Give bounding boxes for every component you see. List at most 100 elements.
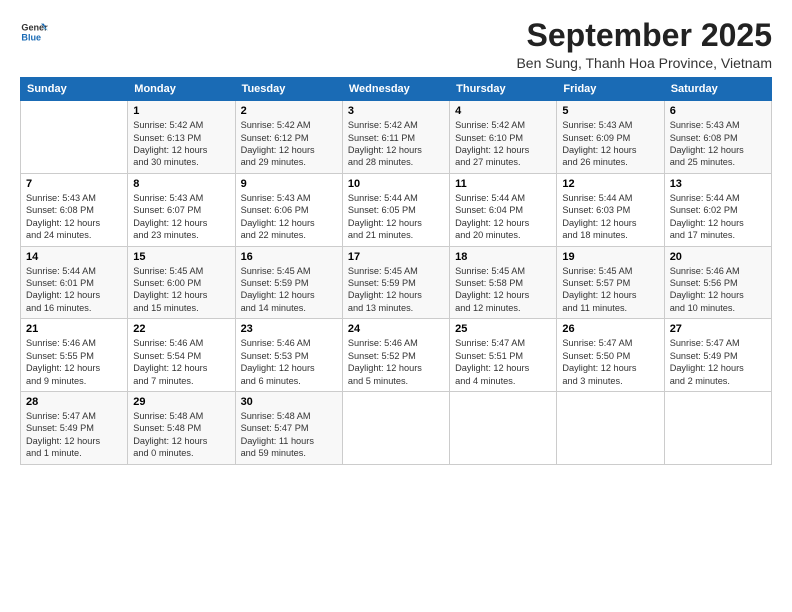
day-info: Sunrise: 5:46 AM Sunset: 5:55 PM Dayligh… [26, 337, 122, 387]
day-info: Sunrise: 5:47 AM Sunset: 5:49 PM Dayligh… [26, 410, 122, 460]
day-number: 14 [26, 251, 122, 263]
day-cell: 24Sunrise: 5:46 AM Sunset: 5:52 PM Dayli… [342, 319, 449, 392]
header-cell-sunday: Sunday [21, 78, 128, 101]
day-info: Sunrise: 5:48 AM Sunset: 5:47 PM Dayligh… [241, 410, 337, 460]
day-info: Sunrise: 5:47 AM Sunset: 5:49 PM Dayligh… [670, 337, 766, 387]
day-info: Sunrise: 5:45 AM Sunset: 5:59 PM Dayligh… [348, 265, 444, 315]
day-cell: 11 Sunrise: 5:44 AM Sunset: 6:04 PM Dayli… [450, 173, 557, 246]
week-row-5: 28 Sunrise: 5:47 AM Sunset: 5:49 PM Dayli… [21, 391, 772, 464]
day-info: Sunrise: 5:44 AM Sunset: 6:04 PM Dayligh… [455, 192, 551, 242]
day-number: 28 [26, 396, 122, 408]
day-cell: 29 Sunrise: 5:48 AM Sunset: 5:48 PM Dayli… [128, 391, 235, 464]
day-info: Sunrise: 5:45 AM Sunset: 5:57 PM Dayligh… [562, 265, 658, 315]
day-number: 8 [133, 178, 229, 190]
week-row-4: 21 Sunrise: 5:46 AM Sunset: 5:55 PM Dayli… [21, 319, 772, 392]
day-info: Sunrise: 5:43 AM Sunset: 6:08 PM Dayligh… [26, 192, 122, 242]
day-info: Sunrise: 5:43 AM Sunset: 6:08 PM Dayligh… [670, 119, 766, 169]
week-row-2: 7 Sunrise: 5:43 AM Sunset: 6:08 PM Daylig… [21, 173, 772, 246]
day-cell: 27 Sunrise: 5:47 AM Sunset: 5:49 PM Dayli… [664, 319, 771, 392]
day-info: Sunrise: 5:44 AM Sunset: 6:03 PM Dayligh… [562, 192, 658, 242]
day-number: 7 [26, 178, 122, 190]
day-info: Sunrise: 5:45 AM Sunset: 6:00 PM Dayligh… [133, 265, 229, 315]
header-cell-monday: Monday [128, 78, 235, 101]
day-number: 26 [562, 323, 658, 335]
day-number: 12 [562, 178, 658, 190]
day-number: 1 [133, 105, 229, 117]
day-cell: 30 Sunrise: 5:48 AM Sunset: 5:47 PM Dayli… [235, 391, 342, 464]
week-row-1: 1 Sunrise: 5:42 AM Sunset: 6:13 PM Daylig… [21, 101, 772, 174]
day-info: Sunrise: 5:46 AM Sunset: 5:53 PM Dayligh… [241, 337, 337, 387]
day-number: 21 [26, 323, 122, 335]
day-cell: 3Sunrise: 5:42 AM Sunset: 6:11 PM Daylig… [342, 101, 449, 174]
day-cell: 26 Sunrise: 5:47 AM Sunset: 5:50 PM Dayli… [557, 319, 664, 392]
header-row: SundayMondayTuesdayWednesdayThursdayFrid… [21, 78, 772, 101]
day-cell: 16 Sunrise: 5:45 AM Sunset: 5:59 PM Dayli… [235, 246, 342, 319]
day-info: Sunrise: 5:42 AM Sunset: 6:10 PM Dayligh… [455, 119, 551, 169]
day-cell: 13Sunrise: 5:44 AM Sunset: 6:02 PM Dayli… [664, 173, 771, 246]
day-cell: 7 Sunrise: 5:43 AM Sunset: 6:08 PM Daylig… [21, 173, 128, 246]
day-info: Sunrise: 5:46 AM Sunset: 5:54 PM Dayligh… [133, 337, 229, 387]
day-number: 5 [562, 105, 658, 117]
day-number: 20 [670, 251, 766, 263]
day-info: Sunrise: 5:43 AM Sunset: 6:09 PM Dayligh… [562, 119, 658, 169]
day-number: 17 [348, 251, 444, 263]
day-cell: 12 Sunrise: 5:44 AM Sunset: 6:03 PM Dayli… [557, 173, 664, 246]
header: General Blue September 2025 Ben Sung, Th… [20, 18, 772, 71]
day-number: 6 [670, 105, 766, 117]
day-cell: 25 Sunrise: 5:47 AM Sunset: 5:51 PM Dayli… [450, 319, 557, 392]
day-number: 29 [133, 396, 229, 408]
day-info: Sunrise: 5:42 AM Sunset: 6:13 PM Dayligh… [133, 119, 229, 169]
day-cell [450, 391, 557, 464]
day-cell: 21 Sunrise: 5:46 AM Sunset: 5:55 PM Dayli… [21, 319, 128, 392]
day-cell: 1 Sunrise: 5:42 AM Sunset: 6:13 PM Daylig… [128, 101, 235, 174]
day-info: Sunrise: 5:46 AM Sunset: 5:56 PM Dayligh… [670, 265, 766, 315]
day-number: 22 [133, 323, 229, 335]
day-info: Sunrise: 5:42 AM Sunset: 6:12 PM Dayligh… [241, 119, 337, 169]
day-number: 4 [455, 105, 551, 117]
day-info: Sunrise: 5:46 AM Sunset: 5:52 PM Dayligh… [348, 337, 444, 387]
header-cell-friday: Friday [557, 78, 664, 101]
day-cell: 17 Sunrise: 5:45 AM Sunset: 5:59 PM Dayli… [342, 246, 449, 319]
header-cell-wednesday: Wednesday [342, 78, 449, 101]
day-number: 16 [241, 251, 337, 263]
day-info: Sunrise: 5:45 AM Sunset: 5:59 PM Dayligh… [241, 265, 337, 315]
day-cell: 28 Sunrise: 5:47 AM Sunset: 5:49 PM Dayli… [21, 391, 128, 464]
day-cell: 5 Sunrise: 5:43 AM Sunset: 6:09 PM Daylig… [557, 101, 664, 174]
day-number: 3 [348, 105, 444, 117]
day-cell [21, 101, 128, 174]
day-cell: 20 Sunrise: 5:46 AM Sunset: 5:56 PM Dayli… [664, 246, 771, 319]
week-row-3: 14 Sunrise: 5:44 AM Sunset: 6:01 PM Dayli… [21, 246, 772, 319]
day-info: Sunrise: 5:43 AM Sunset: 6:06 PM Dayligh… [241, 192, 337, 242]
day-cell: 9Sunrise: 5:43 AM Sunset: 6:06 PM Daylig… [235, 173, 342, 246]
day-cell: 4 Sunrise: 5:42 AM Sunset: 6:10 PM Daylig… [450, 101, 557, 174]
header-cell-saturday: Saturday [664, 78, 771, 101]
month-title: September 2025 [516, 18, 772, 53]
header-cell-tuesday: Tuesday [235, 78, 342, 101]
day-cell: 2 Sunrise: 5:42 AM Sunset: 6:12 PM Daylig… [235, 101, 342, 174]
title-area: September 2025 Ben Sung, Thanh Hoa Provi… [516, 18, 772, 71]
day-info: Sunrise: 5:47 AM Sunset: 5:51 PM Dayligh… [455, 337, 551, 387]
day-number: 27 [670, 323, 766, 335]
day-number: 15 [133, 251, 229, 263]
day-number: 11 [455, 178, 551, 190]
day-cell: 10 Sunrise: 5:44 AM Sunset: 6:05 PM Dayli… [342, 173, 449, 246]
day-cell: 8Sunrise: 5:43 AM Sunset: 6:07 PM Daylig… [128, 173, 235, 246]
day-info: Sunrise: 5:44 AM Sunset: 6:05 PM Dayligh… [348, 192, 444, 242]
day-number: 13 [670, 178, 766, 190]
day-number: 25 [455, 323, 551, 335]
day-number: 2 [241, 105, 337, 117]
day-info: Sunrise: 5:47 AM Sunset: 5:50 PM Dayligh… [562, 337, 658, 387]
day-cell [664, 391, 771, 464]
day-number: 10 [348, 178, 444, 190]
day-number: 23 [241, 323, 337, 335]
day-cell [557, 391, 664, 464]
day-cell [342, 391, 449, 464]
day-cell: 19 Sunrise: 5:45 AM Sunset: 5:57 PM Dayli… [557, 246, 664, 319]
day-info: Sunrise: 5:44 AM Sunset: 6:01 PM Dayligh… [26, 265, 122, 315]
day-cell: 14 Sunrise: 5:44 AM Sunset: 6:01 PM Dayli… [21, 246, 128, 319]
location-subtitle: Ben Sung, Thanh Hoa Province, Vietnam [516, 55, 772, 71]
day-number: 30 [241, 396, 337, 408]
calendar-table: SundayMondayTuesdayWednesdayThursdayFrid… [20, 77, 772, 464]
day-number: 19 [562, 251, 658, 263]
day-info: Sunrise: 5:48 AM Sunset: 5:48 PM Dayligh… [133, 410, 229, 460]
